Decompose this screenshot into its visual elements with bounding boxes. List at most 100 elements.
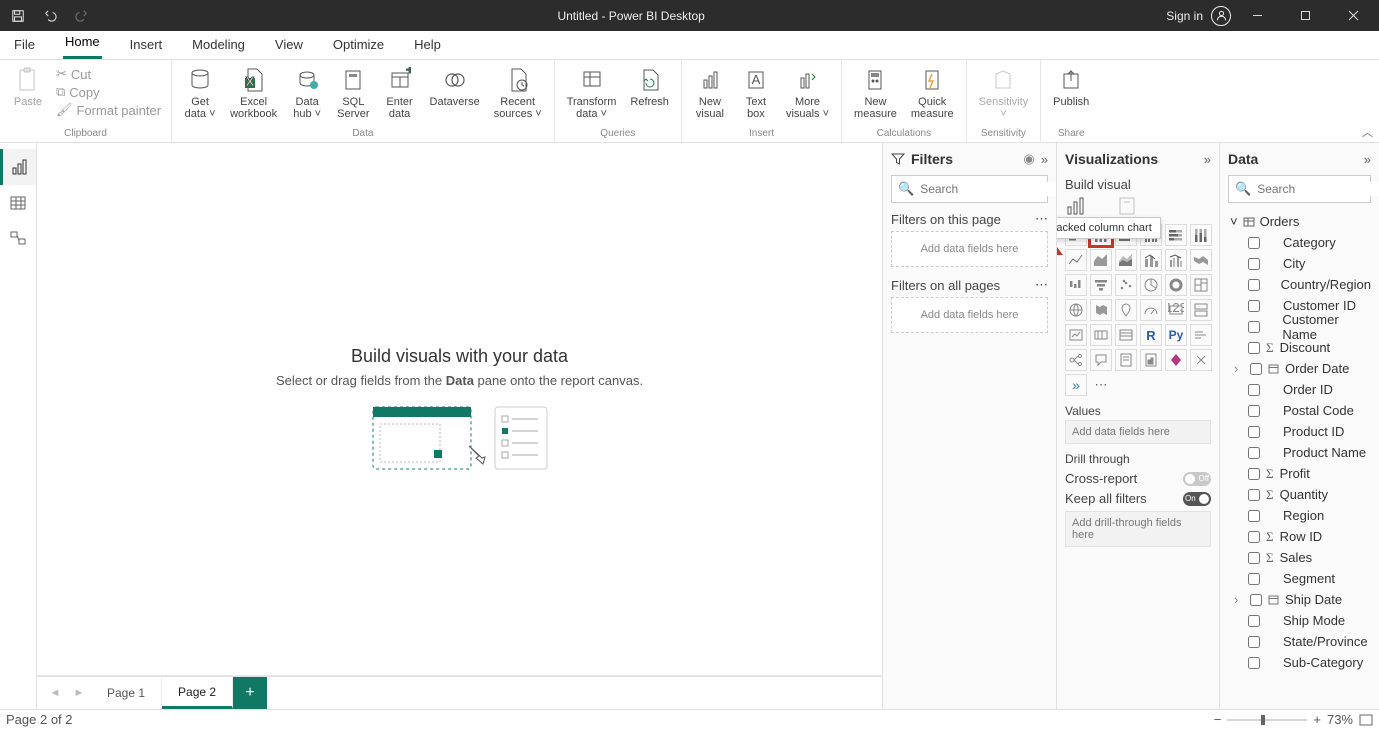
model-view-icon[interactable] (0, 221, 36, 257)
enter-data-button[interactable]: +Enter data (378, 63, 422, 122)
filters-page-drop[interactable]: Add data fields here (891, 231, 1048, 267)
viz-map-icon[interactable] (1065, 299, 1087, 321)
viz-narrative-icon[interactable] (1115, 349, 1137, 371)
filters-all-drop[interactable]: Add data fields here (891, 297, 1048, 333)
viz-line-clustered-column-icon[interactable] (1165, 249, 1187, 271)
viz-kpi-icon[interactable] (1065, 324, 1087, 346)
save-icon[interactable] (4, 2, 32, 30)
field-checkbox[interactable] (1248, 405, 1260, 417)
viz-treemap-icon[interactable] (1190, 274, 1212, 296)
page-tab-2[interactable]: Page 2 (162, 677, 233, 709)
field-country-region[interactable]: Country/Region (1228, 274, 1371, 295)
quick-measure-button[interactable]: Quick measure (905, 63, 960, 122)
field-checkbox[interactable] (1248, 552, 1260, 564)
viz-filled-map-icon[interactable] (1090, 299, 1112, 321)
maximize-button[interactable] (1283, 0, 1327, 31)
field-checkbox[interactable] (1248, 237, 1260, 249)
new-measure-button[interactable]: New measure (848, 63, 903, 122)
format-painter-button[interactable]: 🖌Format painter (52, 101, 165, 119)
field-order-id[interactable]: Order ID (1228, 379, 1371, 400)
field-checkbox[interactable] (1248, 426, 1260, 438)
publish-button[interactable]: Publish (1047, 63, 1095, 110)
viz-key-influencers-icon[interactable] (1190, 324, 1212, 346)
viz-more-icon[interactable]: » (1065, 374, 1087, 396)
field-checkbox[interactable] (1248, 468, 1260, 480)
eye-icon[interactable]: ◉ (1023, 151, 1034, 167)
cross-report-toggle[interactable]: Off (1183, 472, 1211, 486)
tab-optimize[interactable]: Optimize (331, 37, 386, 59)
field-checkbox[interactable] (1248, 300, 1260, 312)
field-checkbox[interactable] (1248, 615, 1260, 627)
page-prev[interactable]: ◄ (43, 677, 67, 709)
field-ship-mode[interactable]: Ship Mode (1228, 610, 1371, 631)
minimize-button[interactable] (1235, 0, 1279, 31)
page-next[interactable]: ► (67, 677, 91, 709)
cut-button[interactable]: ✂Cut (52, 65, 165, 83)
viz-stacked-area-icon[interactable] (1115, 249, 1137, 271)
field-checkbox[interactable] (1250, 594, 1262, 606)
field-checkbox[interactable] (1248, 447, 1260, 459)
copy-button[interactable]: ⧉Copy (52, 83, 165, 101)
field-checkbox[interactable] (1248, 384, 1260, 396)
viz-python-icon[interactable]: Py (1165, 324, 1187, 346)
add-page-button[interactable]: + (233, 677, 267, 709)
table-node-orders[interactable]: ˅Orders (1228, 211, 1371, 232)
viz-decomposition-icon[interactable] (1065, 349, 1087, 371)
more-icon[interactable]: ⋯ (1035, 277, 1048, 293)
tab-home[interactable]: Home (63, 34, 102, 59)
keep-filters-toggle[interactable]: On (1183, 492, 1211, 506)
new-visual-button[interactable]: New visual (688, 63, 732, 122)
viz-azure-map-icon[interactable] (1115, 299, 1137, 321)
user-avatar-icon[interactable] (1211, 6, 1231, 26)
close-button[interactable] (1331, 0, 1375, 31)
viz-100-stacked-column-icon[interactable] (1190, 224, 1212, 246)
field-checkbox[interactable] (1250, 363, 1262, 375)
refresh-button[interactable]: Refresh (624, 63, 675, 110)
data-hub-button[interactable]: Data hub ˅ (285, 63, 329, 122)
report-view-icon[interactable] (0, 149, 36, 185)
field-product-id[interactable]: Product ID (1228, 421, 1371, 442)
viz-waterfall-icon[interactable] (1065, 274, 1087, 296)
viz-qa-icon[interactable] (1090, 349, 1112, 371)
field-checkbox[interactable] (1248, 342, 1260, 354)
field-segment[interactable]: Segment (1228, 568, 1371, 589)
more-icon[interactable]: ⋯ (1035, 211, 1048, 227)
page-tab-1[interactable]: Page 1 (91, 677, 162, 709)
tab-modeling[interactable]: Modeling (190, 37, 247, 59)
field-checkbox[interactable] (1248, 657, 1260, 669)
signin-link[interactable]: Sign in (1166, 9, 1203, 23)
data-search-input[interactable] (1257, 182, 1379, 196)
viz-powerautomate-icon[interactable] (1190, 349, 1212, 371)
build-visual-icon[interactable] (1065, 196, 1087, 216)
report-canvas[interactable]: Build visuals with your data Select or d… (37, 143, 882, 676)
redo-icon[interactable] (68, 2, 96, 30)
tab-file[interactable]: File (12, 37, 37, 59)
more-visuals-button[interactable]: More visuals ˅ (780, 63, 835, 122)
field-checkbox[interactable] (1248, 279, 1260, 291)
viz-area-icon[interactable] (1090, 249, 1112, 271)
format-visual-icon[interactable] (1117, 196, 1137, 216)
field-checkbox[interactable] (1248, 510, 1260, 522)
viz-ribbon-icon[interactable] (1190, 249, 1212, 271)
field-customer-name[interactable]: Customer Name (1228, 316, 1371, 337)
zoom-slider[interactable] (1227, 714, 1307, 726)
field-row-id[interactable]: ΣRow ID (1228, 526, 1371, 547)
undo-icon[interactable] (36, 2, 64, 30)
zoom-in[interactable]: + (1313, 712, 1321, 727)
viz-donut-icon[interactable] (1165, 274, 1187, 296)
expand-icon[interactable]: » (1204, 152, 1211, 167)
field-checkbox[interactable] (1248, 258, 1260, 270)
field-quantity[interactable]: ΣQuantity (1228, 484, 1371, 505)
field-order-date[interactable]: ›Order Date (1228, 358, 1371, 379)
dataverse-button[interactable]: Dataverse (424, 63, 486, 110)
data-search[interactable]: 🔍 (1228, 175, 1371, 203)
sensitivity-button[interactable]: Sensitivity ˅ (973, 63, 1035, 122)
viz-table-icon[interactable] (1115, 324, 1137, 346)
field-product-name[interactable]: Product Name (1228, 442, 1371, 463)
viz-slicer-icon[interactable] (1090, 324, 1112, 346)
field-sub-category[interactable]: Sub-Category (1228, 652, 1371, 673)
viz-line-stacked-column-icon[interactable] (1140, 249, 1162, 271)
fit-page-icon[interactable] (1359, 714, 1373, 726)
values-drop[interactable]: Add data fields here (1065, 420, 1211, 444)
filters-search-input[interactable] (920, 182, 1056, 196)
